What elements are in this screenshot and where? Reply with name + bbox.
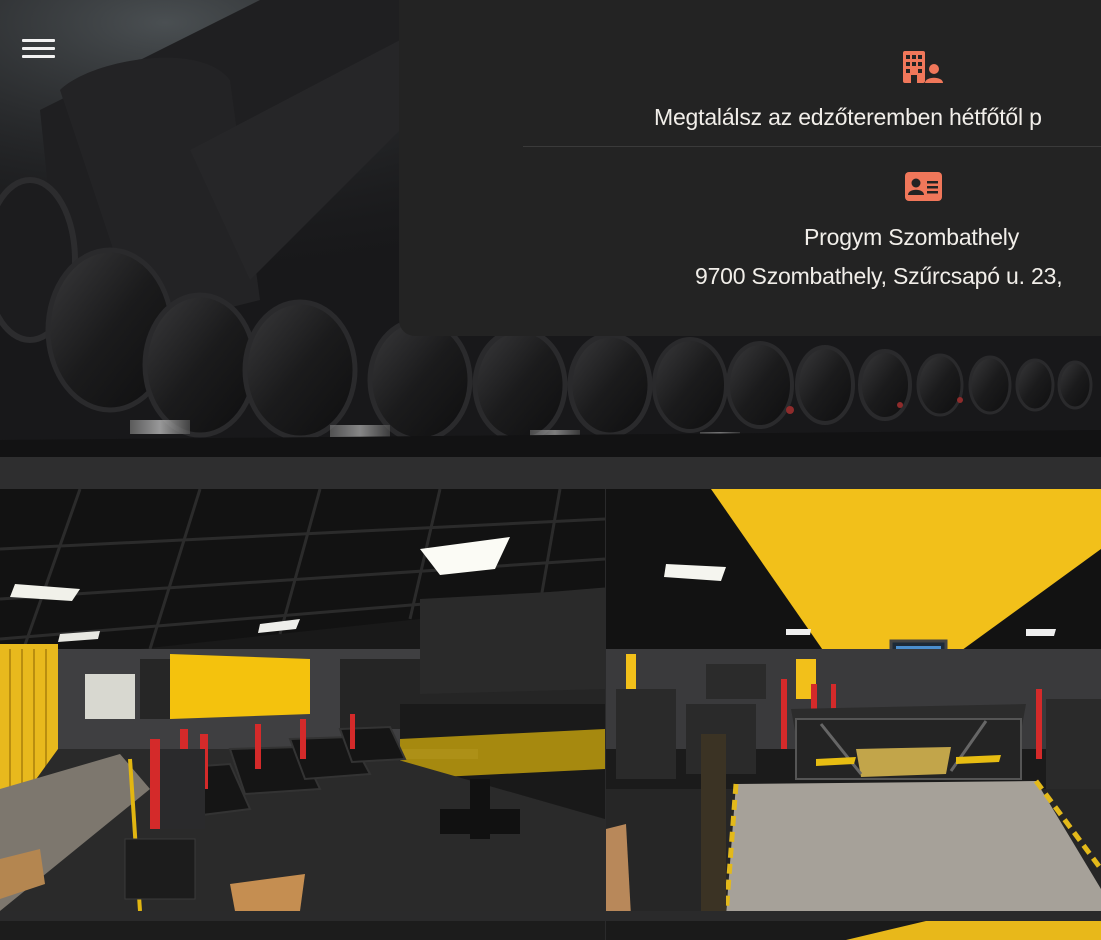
gym-address: 9700 Szombathely, Szűrcsapó u. 23,: [695, 263, 1063, 289]
gallery-photo-bottom-left[interactable]: [0, 921, 605, 940]
page: Megtalálsz az edzőteremben hétfőtől p Pr…: [0, 0, 1101, 940]
bottom-right-image: [606, 921, 1101, 940]
gym-name: Progym Szombathely: [804, 224, 1019, 250]
divider: [523, 146, 1101, 147]
opening-hours-text: Megtalálsz az edzőteremben hétfőtől p: [654, 104, 1042, 130]
cardio-area-image: [0, 489, 605, 911]
hero-section: Megtalálsz az edzőteremben hétfőtől p Pr…: [0, 0, 1101, 457]
gallery-photo-cardio-area[interactable]: [0, 489, 605, 911]
stairway-area-image: [606, 489, 1101, 916]
gallery-photo-bottom-right[interactable]: [606, 921, 1101, 940]
contact-info-card: Megtalálsz az edzőteremben hétfőtől p Pr…: [399, 0, 1101, 336]
gallery-photo-stairway-area[interactable]: [606, 489, 1101, 916]
contact-card-icon: [905, 172, 942, 201]
hamburger-menu-icon[interactable]: [22, 37, 56, 61]
section-gap: [0, 457, 1101, 489]
building-person-icon: [903, 51, 943, 83]
